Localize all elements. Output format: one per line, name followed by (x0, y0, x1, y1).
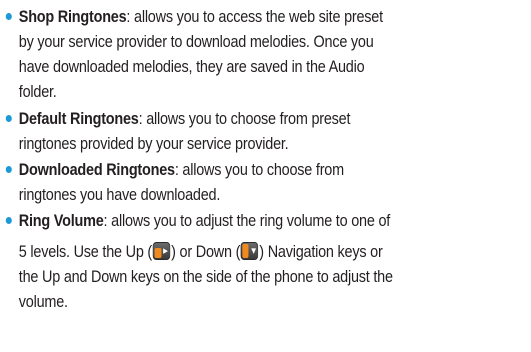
item-text: have downloaded melodies, they are saved… (18, 57, 365, 76)
item-text: volume. (18, 292, 68, 311)
item-term: Downloaded Ringtones (18, 160, 175, 179)
item-text: by your service provider to download mel… (18, 32, 374, 51)
bullet-icon (5, 115, 12, 122)
item-text: 5 levels. Use the Up ( (18, 242, 153, 261)
down-navigation-key-icon: ▾ (241, 242, 259, 260)
item-text: ) Navigation keys or (259, 242, 383, 261)
bullet-icon (5, 13, 12, 20)
item-term: Default Ringtones (18, 109, 139, 128)
document-page: Shop Ringtones: allows you to access the… (0, 0, 531, 352)
list-item-shop-ringtones: Shop Ringtones: allows you to access the… (4, 4, 458, 104)
item-text: : allows you to choose from preset (138, 109, 351, 128)
item-term: Ring Volume (18, 211, 104, 230)
item-text: ) or Down ( (171, 242, 241, 261)
list-item-ring-volume: Ring Volume: allows you to adjust the ri… (4, 208, 458, 314)
item-text: : allows you to access the web site pres… (126, 7, 383, 26)
bullet-icon (5, 166, 12, 173)
up-navigation-key-icon: ▸ (152, 242, 171, 260)
item-term: Shop Ringtones (18, 7, 127, 26)
item-text: : allows you to choose from (174, 160, 344, 179)
item-text: folder. (18, 82, 57, 101)
list-item-default-ringtones: Default Ringtones: allows you to choose … (4, 106, 458, 156)
item-text: : allows you to adjust the ring volume t… (103, 211, 391, 230)
item-text: the Up and Down keys on the side of the … (18, 267, 393, 286)
bullet-icon (5, 217, 12, 224)
list-item-downloaded-ringtones: Downloaded Ringtones: allows you to choo… (4, 157, 458, 207)
item-text: ringtones you have downloaded. (18, 185, 221, 204)
item-text: ringtones provided by your service provi… (18, 134, 289, 153)
